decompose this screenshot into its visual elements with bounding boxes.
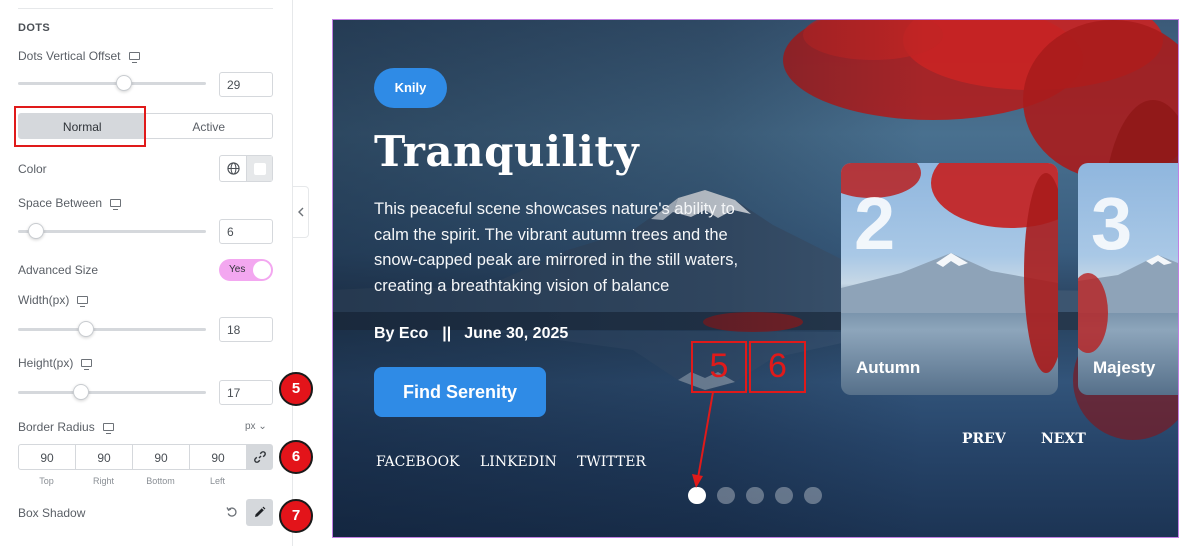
chevron-left-icon xyxy=(297,207,303,217)
slider-thumb[interactable] xyxy=(28,223,45,239)
pagination-dot[interactable] xyxy=(775,487,793,504)
height-input[interactable]: 17 xyxy=(219,380,273,405)
radius-right-caption: Right xyxy=(92,476,114,486)
step-badge-6: 6 xyxy=(279,440,313,474)
space-between-slider[interactable] xyxy=(18,223,206,239)
radius-bottom-input[interactable]: 90 xyxy=(133,445,190,469)
linkedin-link[interactable]: LINKEDIN xyxy=(480,454,557,470)
box-shadow-label: Box Shadow xyxy=(18,506,86,520)
callout-6: 6 xyxy=(749,341,806,393)
author: By Eco xyxy=(374,325,429,342)
desktop-icon[interactable] xyxy=(110,199,122,210)
editor-screen: DOTS Dots Vertical Offset 29 Normal Acti… xyxy=(0,0,1186,546)
card-caption: Autumn xyxy=(856,358,921,377)
vertical-offset-label: Dots Vertical Offset xyxy=(18,49,140,63)
step-badge-5: 5 xyxy=(279,372,313,406)
next-button[interactable]: NEXT xyxy=(1041,431,1086,447)
twitter-link[interactable]: TWITTER xyxy=(577,454,646,470)
pencil-icon xyxy=(255,506,266,517)
desktop-icon[interactable] xyxy=(77,296,89,307)
callout-5: 5 xyxy=(691,341,747,393)
advanced-size-toggle[interactable]: Yes xyxy=(219,259,273,281)
settings-panel: DOTS Dots Vertical Offset 29 Normal Acti… xyxy=(0,0,313,546)
section-title: DOTS xyxy=(18,22,51,34)
slide-description: This peaceful scene showcases nature's a… xyxy=(374,200,739,295)
desktop-icon[interactable] xyxy=(102,423,114,434)
slider-thumb[interactable] xyxy=(78,321,95,337)
height-slider[interactable] xyxy=(18,384,206,400)
desktop-icon[interactable] xyxy=(128,52,140,63)
vertical-offset-slider[interactable] xyxy=(18,75,206,91)
slider-preview: Knily Tranquility This peaceful scene sh… xyxy=(332,19,1179,538)
slide-card-2[interactable]: 2 Autumn xyxy=(841,163,1058,395)
find-serenity-button[interactable]: Find Serenity xyxy=(374,367,546,417)
reset-icon[interactable] xyxy=(226,505,238,523)
callout-arrow xyxy=(692,391,714,488)
advanced-size-label: Advanced Size xyxy=(18,263,99,277)
color-swatch[interactable] xyxy=(247,156,272,181)
border-radius-label: Border Radius xyxy=(18,420,114,434)
space-between-label: Space Between xyxy=(18,196,122,210)
unit-select[interactable]: px ⌄ xyxy=(245,421,267,432)
edit-shadow-button[interactable] xyxy=(246,499,273,526)
radius-right-input[interactable]: 90 xyxy=(76,445,133,469)
link-icon[interactable] xyxy=(247,445,272,469)
toggle-knob xyxy=(253,261,271,279)
card-number: 2 xyxy=(854,182,896,265)
meta-separator: || xyxy=(442,325,452,342)
slider-thumb[interactable] xyxy=(73,384,90,400)
radius-left-input[interactable]: 90 xyxy=(190,445,247,469)
radius-top-input[interactable]: 90 xyxy=(19,445,76,469)
globe-icon[interactable] xyxy=(220,156,247,181)
color-label: Color xyxy=(18,162,47,176)
card-caption: Majesty xyxy=(1093,358,1156,377)
facebook-link[interactable]: FACEBOOK xyxy=(376,454,460,470)
slide-card-3[interactable]: 3 Majesty xyxy=(1078,163,1178,395)
prev-button[interactable]: PREV xyxy=(962,431,1006,447)
tab-active[interactable]: Active xyxy=(146,114,273,138)
collapse-panel-button[interactable] xyxy=(293,186,309,238)
width-slider[interactable] xyxy=(18,321,206,337)
vertical-offset-input[interactable]: 29 xyxy=(219,72,273,97)
border-radius-inputs: 90 90 90 90 xyxy=(18,444,273,470)
highlight-box xyxy=(14,106,146,147)
width-input[interactable]: 18 xyxy=(219,317,273,342)
date: June 30, 2025 xyxy=(464,325,569,342)
desktop-icon[interactable] xyxy=(81,359,93,370)
chevron-down-icon: ⌄ xyxy=(258,421,267,432)
pagination-dot[interactable] xyxy=(746,487,764,504)
radius-top-caption: Top xyxy=(39,476,54,486)
divider xyxy=(18,8,273,9)
radius-left-caption: Left xyxy=(209,476,225,486)
slider-thumb[interactable] xyxy=(116,75,133,91)
step-badge-7: 7 xyxy=(279,499,313,533)
color-control xyxy=(219,155,273,182)
toggle-label: Yes xyxy=(229,264,246,275)
space-between-input[interactable]: 6 xyxy=(219,219,273,244)
slide-title: Tranquility xyxy=(374,127,640,176)
category-tag[interactable]: Knily xyxy=(374,68,447,108)
pagination-dot[interactable] xyxy=(804,487,822,504)
card-number: 3 xyxy=(1091,182,1133,265)
height-label: Height(px) xyxy=(18,356,93,370)
radius-bottom-caption: Bottom xyxy=(146,476,175,486)
slide-meta: By Eco || June 30, 2025 xyxy=(374,325,568,343)
width-label: Width(px) xyxy=(18,293,89,307)
